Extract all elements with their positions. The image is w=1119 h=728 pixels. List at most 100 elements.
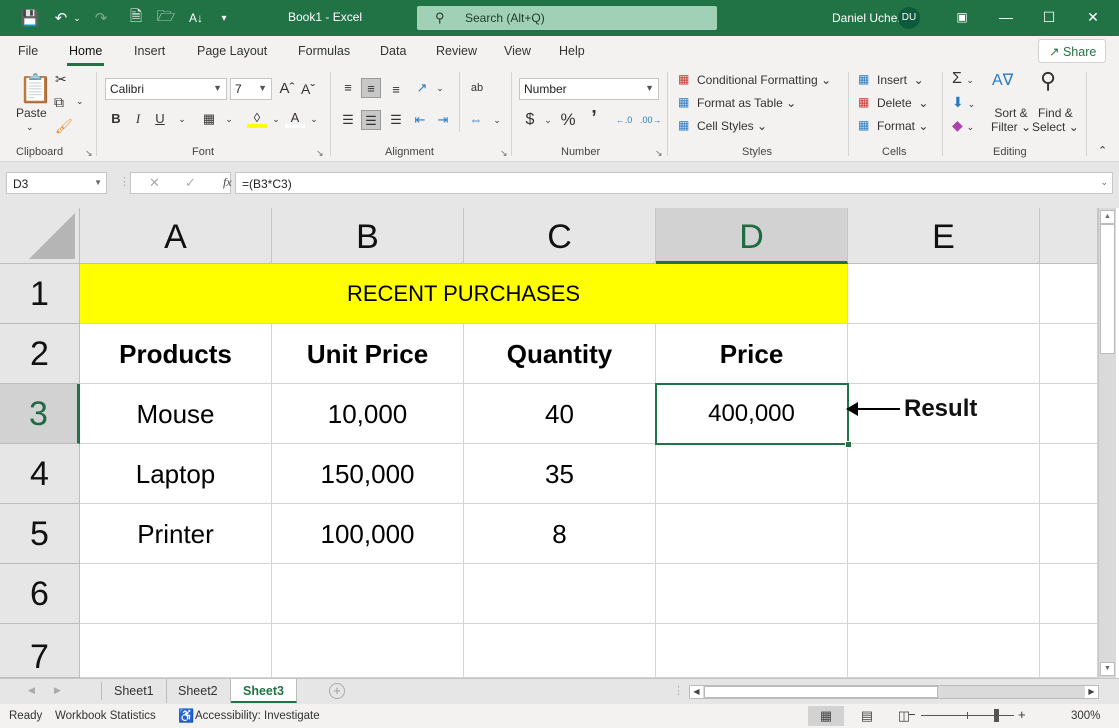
column-header-b[interactable]: B: [272, 208, 464, 264]
column-header-f[interactable]: [1040, 208, 1098, 264]
currency-dropdown-icon[interactable]: ⌄: [538, 110, 558, 130]
bold-button[interactable]: B: [106, 109, 126, 129]
cell-c6[interactable]: [464, 564, 656, 624]
tab-home[interactable]: Home: [66, 44, 105, 66]
cell-c5[interactable]: 8: [464, 504, 656, 564]
vertical-scrollbar[interactable]: ▲ ▼: [1098, 208, 1116, 678]
font-name-dropdown[interactable]: Calibri ▼: [105, 78, 227, 100]
row-header-4[interactable]: 4: [0, 444, 80, 504]
cell-c4[interactable]: 35: [464, 444, 656, 504]
cell-e7[interactable]: [848, 624, 1040, 678]
borders-dropdown-icon[interactable]: ⌄: [219, 109, 239, 129]
insert-cells-button[interactable]: Insert ⌄: [877, 73, 924, 87]
scroll-right-icon[interactable]: ▶: [1085, 686, 1098, 698]
comma-button[interactable]: ’: [584, 108, 604, 128]
tab-view[interactable]: View: [504, 44, 531, 58]
page-layout-view-icon[interactable]: ▤: [849, 706, 885, 726]
conditional-formatting-button[interactable]: Conditional Formatting ⌄: [697, 73, 831, 87]
row-header-2[interactable]: 2: [0, 324, 80, 384]
borders-icon[interactable]: ▦: [199, 109, 219, 129]
close-button[interactable]: ✕: [1079, 5, 1107, 29]
increase-indent-icon[interactable]: ⇥: [433, 110, 453, 130]
paste-dropdown-icon[interactable]: ⌄: [26, 122, 34, 133]
collapse-ribbon-icon[interactable]: ⌃: [1098, 144, 1107, 157]
delete-cells-button[interactable]: Delete ⌄: [877, 96, 928, 110]
zoom-slider[interactable]: [921, 709, 1014, 722]
cell-f5[interactable]: [1040, 504, 1098, 564]
search-box[interactable]: ⚲ Search (Alt+Q): [417, 6, 717, 30]
cell-a6[interactable]: [80, 564, 272, 624]
zoom-slider-thumb[interactable]: [994, 709, 999, 722]
cell-c3[interactable]: 40: [464, 384, 656, 444]
select-all-button[interactable]: [0, 208, 80, 264]
tab-insert[interactable]: Insert: [134, 44, 165, 58]
cell-a5[interactable]: Printer: [80, 504, 272, 564]
paste-icon[interactable]: 📋: [18, 72, 53, 105]
copy-icon[interactable]: ⧉: [54, 94, 64, 111]
scroll-up-icon[interactable]: ▲: [1100, 210, 1115, 224]
open-folder-icon[interactable]: 🗁: [155, 8, 177, 28]
italic-button[interactable]: I: [128, 109, 148, 129]
sort-az-icon[interactable]: A↓: [185, 8, 207, 28]
drag-handle-icon[interactable]: ⋮: [119, 175, 130, 188]
clipboard-launcher-icon[interactable]: ↘: [85, 148, 93, 159]
fill-color-dropdown-icon[interactable]: ⌄: [266, 109, 286, 129]
prev-sheet-icon[interactable]: ◀: [28, 685, 35, 696]
wrap-text-icon[interactable]: ab: [467, 78, 487, 98]
insert-function-icon[interactable]: fx: [223, 175, 232, 190]
cell-f4[interactable]: [1040, 444, 1098, 504]
tab-file[interactable]: File: [18, 44, 38, 58]
column-header-e[interactable]: E: [848, 208, 1040, 264]
middle-align-icon[interactable]: ≡: [361, 78, 381, 98]
formula-input[interactable]: =(B3*C3) ⌄: [235, 172, 1113, 194]
format-painter-icon[interactable]: 🖌: [55, 118, 73, 135]
cell-b3[interactable]: 10,000: [272, 384, 464, 444]
cell-a1-merged-title[interactable]: RECENT PURCHASES: [80, 264, 848, 324]
fill-icon[interactable]: ⬇ ⌄: [952, 94, 975, 111]
orientation-dropdown-icon[interactable]: ⌄: [430, 78, 450, 98]
new-file-icon[interactable]: 🗎: [125, 8, 147, 28]
tab-page-layout[interactable]: Page Layout: [197, 44, 267, 58]
cell-b7[interactable]: [272, 624, 464, 678]
underline-dropdown-icon[interactable]: ⌄: [172, 109, 192, 129]
cell-d7[interactable]: [656, 624, 848, 678]
normal-view-icon[interactable]: ▦: [808, 706, 844, 726]
cut-icon[interactable]: ✂: [55, 71, 67, 88]
column-header-d[interactable]: D: [656, 208, 848, 264]
align-right-icon[interactable]: ☰: [386, 110, 406, 130]
number-launcher-icon[interactable]: ↘: [655, 148, 663, 159]
cell-f1[interactable]: [1040, 264, 1098, 324]
undo-dropdown-icon[interactable]: ⌄: [66, 8, 88, 28]
find-select-icon[interactable]: ⚲: [1040, 68, 1056, 94]
tab-formulas[interactable]: Formulas: [298, 44, 350, 58]
underline-button[interactable]: U: [150, 109, 170, 129]
redo-icon[interactable]: ↷: [90, 8, 112, 28]
align-center-icon[interactable]: ☰: [361, 110, 381, 130]
orientation-icon[interactable]: ↗: [412, 78, 432, 98]
find-select-button[interactable]: Find & Select ⌄: [1032, 106, 1079, 134]
sheet-tab-1[interactable]: Sheet1: [102, 679, 167, 703]
increase-decimal-icon[interactable]: ←.0: [614, 110, 634, 130]
font-color-icon[interactable]: A: [285, 108, 305, 128]
cell-e6[interactable]: [848, 564, 1040, 624]
align-left-icon[interactable]: ☰: [338, 110, 358, 130]
tab-split-handle-icon[interactable]: ⋮: [673, 684, 684, 697]
horizontal-scroll-thumb[interactable]: [704, 686, 938, 698]
currency-button[interactable]: $: [520, 110, 540, 130]
cell-a3[interactable]: Mouse: [80, 384, 272, 444]
cell-c2[interactable]: Quantity: [464, 324, 656, 384]
expand-formula-icon[interactable]: ⌄: [1100, 177, 1108, 188]
share-button[interactable]: ↗ Share: [1038, 39, 1106, 63]
name-box[interactable]: D3 ▼: [6, 172, 107, 194]
tab-data[interactable]: Data: [380, 44, 406, 58]
cell-d2[interactable]: Price: [656, 324, 848, 384]
zoom-in-icon[interactable]: +: [1018, 707, 1026, 722]
cell-f7[interactable]: [1040, 624, 1098, 678]
fill-color-icon[interactable]: ◊: [247, 108, 267, 128]
top-align-icon[interactable]: ≡: [338, 78, 358, 98]
vertical-scroll-thumb[interactable]: [1100, 224, 1115, 354]
format-as-table-button[interactable]: Format as Table ⌄: [697, 96, 796, 110]
cell-a7[interactable]: [80, 624, 272, 678]
cell-d5[interactable]: [656, 504, 848, 564]
customize-quick-access-icon[interactable]: ▾: [213, 8, 235, 28]
